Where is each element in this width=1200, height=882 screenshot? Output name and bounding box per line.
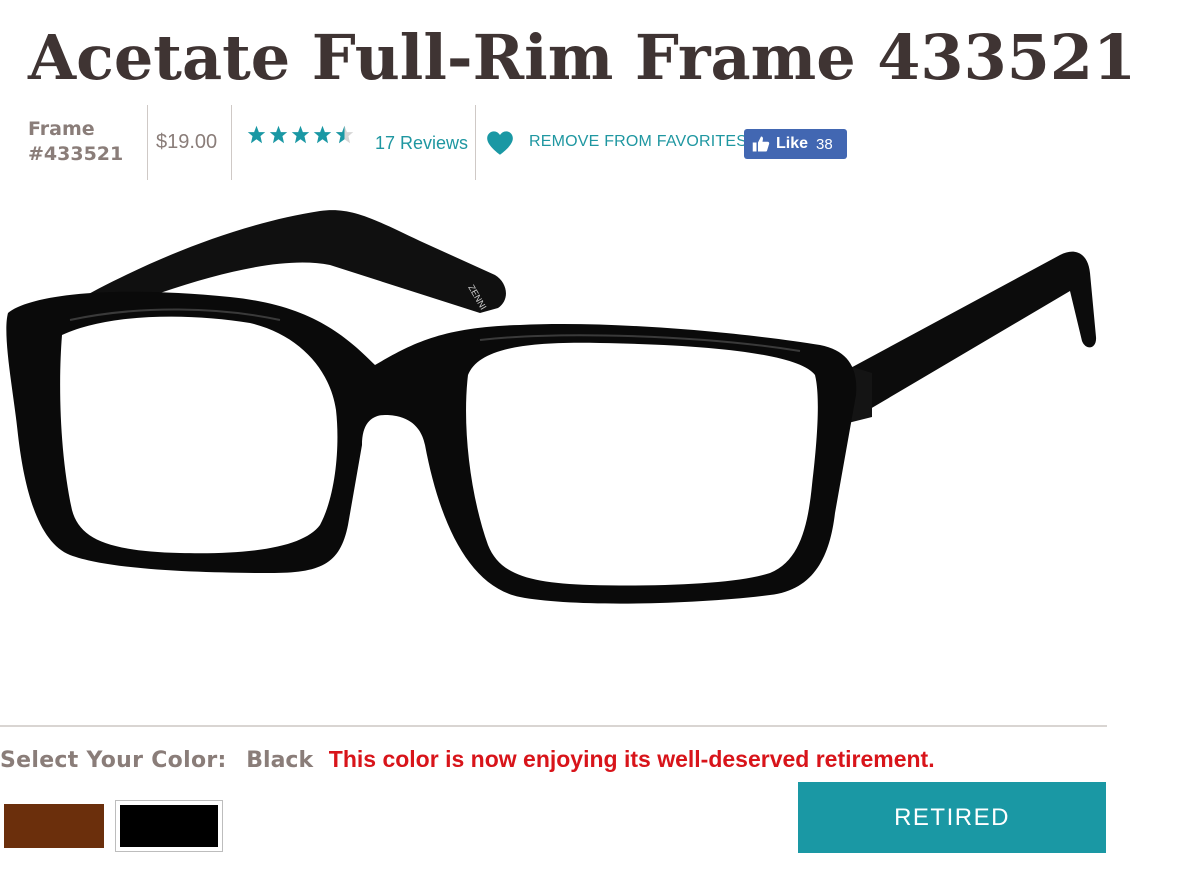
swatch-fill [120, 805, 218, 847]
star-icon [313, 125, 332, 144]
star-icon [269, 125, 288, 144]
retired-status-message: This color is now enjoying its well-dese… [328, 746, 935, 772]
color-swatch-black[interactable] [115, 800, 223, 852]
color-label: Select Your Color: [0, 748, 227, 773]
divider [231, 105, 232, 180]
facebook-like-button[interactable]: Like 38 [744, 129, 847, 159]
product-title: Acetate Full-Rim Frame 433521 [28, 21, 1137, 94]
selected-color: Black [246, 748, 314, 773]
color-selector: Select Your Color: Black This color is n… [0, 746, 935, 773]
star-rating [247, 125, 357, 144]
swatch-fill [4, 804, 104, 848]
color-swatch-brown[interactable] [0, 800, 108, 852]
frame-number: Frame #433521 [28, 117, 138, 167]
divider [147, 105, 148, 180]
divider [475, 105, 476, 180]
retired-button[interactable]: RETIRED [798, 782, 1106, 853]
section-divider [0, 725, 1107, 727]
half-star-icon [335, 125, 354, 144]
product-image-eyeglasses: ZENNI [6, 210, 1097, 604]
price: $19.00 [156, 131, 218, 153]
like-label: Like [776, 135, 809, 152]
heart-icon[interactable] [486, 130, 514, 156]
frame-front [6, 291, 857, 604]
thumbs-up-icon [752, 136, 770, 152]
frame-label: Frame [28, 118, 95, 140]
reviews-link[interactable]: 17 Reviews [375, 133, 468, 154]
remove-from-favorites-link[interactable]: REMOVE FROM FAVORITES [529, 133, 747, 151]
right-temple-arm [845, 251, 1097, 409]
star-icon [247, 125, 266, 144]
frame-number-value: #433521 [28, 143, 124, 165]
product-meta-row: Frame #433521 $19.00 17 Reviews REMOVE F… [0, 105, 900, 180]
like-count: 38 [816, 135, 833, 153]
star-icon [291, 125, 310, 144]
